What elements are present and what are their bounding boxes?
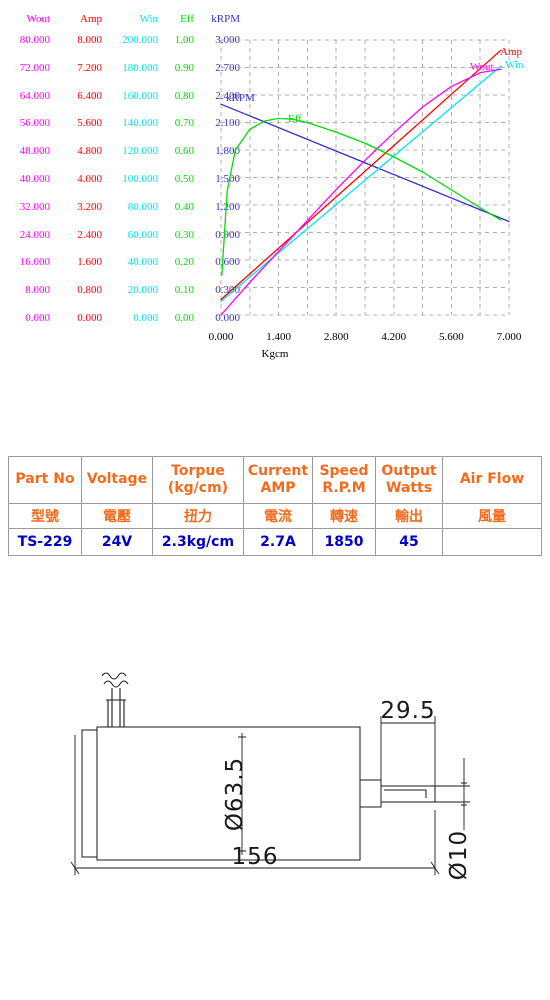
curve-wout <box>220 68 502 316</box>
header-output: Output Watts <box>375 456 443 504</box>
value-output: 45 <box>375 528 443 556</box>
curve-amp <box>220 49 502 301</box>
curve-label-amp: Amp <box>500 46 522 58</box>
lead-sheath <box>107 700 125 727</box>
dim-label-d10: Ø10 <box>446 830 472 880</box>
motor-rear-cap <box>81 729 97 858</box>
dim-label-63: Ø63.5 <box>222 757 248 831</box>
header-current: Current AMP <box>243 456 313 504</box>
chart-plot-area <box>220 39 510 316</box>
value-torque: 2.3kg/cm <box>152 528 244 556</box>
curve-eff <box>221 117 502 276</box>
header-voltage: Voltage <box>81 456 153 504</box>
curve-label-eff: Eff <box>288 113 302 125</box>
header-speed: Speed R.P.M <box>312 456 376 504</box>
x-axis-tick: 7.000 <box>496 331 522 343</box>
header-speed-cn: 轉速 <box>312 503 376 529</box>
header-part-no: Part No <box>8 456 82 504</box>
wire-break-symbol-2 <box>101 672 127 680</box>
dim-label-295: 29.5 <box>380 698 435 724</box>
motor-outline-drawing: 156 Ø63.5 29.5 Ø10 <box>70 672 472 880</box>
dim-label-156: 156 <box>232 844 279 870</box>
shaft-boss <box>360 779 382 808</box>
header-torque: Torpue (kg/cm) <box>152 456 244 504</box>
value-speed: 1850 <box>312 528 376 556</box>
curve-label-wout: Wout <box>470 61 494 73</box>
shaft-keyway <box>384 789 427 798</box>
specification-table: Part No Voltage Torpue (kg/cm) Current AMP… <box>8 456 542 556</box>
dimensional-drawing: 156 Ø63.5 29.5 Ø10 <box>0 640 550 940</box>
header-output-cn: 輸出 <box>375 503 443 529</box>
curve-label-krpm: kRPM <box>226 92 255 104</box>
motor-shaft <box>380 785 436 803</box>
header-part-no-cn: 型號 <box>8 503 82 529</box>
value-current: 2.7A <box>243 528 313 556</box>
value-part-no: TS-229 <box>8 528 82 556</box>
header-air-flow-cn: 風量 <box>442 503 542 529</box>
curve-label-win: Win <box>505 59 524 71</box>
header-torque-cn: 扭力 <box>152 503 244 529</box>
wire-break-symbol-1 <box>103 680 129 688</box>
table-row-header-cn: 型號 電壓 扭力 電流 轉速 輸出 風量 <box>8 503 542 529</box>
performance-chart: Wout Amp Win Eff kRPM 80.000 72.000 64.000… <box>0 0 550 380</box>
header-voltage-cn: 電壓 <box>81 503 153 529</box>
value-air-flow <box>442 528 542 556</box>
curve-win <box>220 65 502 302</box>
table-row-header-en: Part No Voltage Torpue (kg/cm) Current AMP… <box>8 456 542 504</box>
header-current-cn: 電流 <box>243 503 313 529</box>
table-row-values: TS-229 24V 2.3kg/cm 2.7A 1850 45 <box>8 528 542 556</box>
ext-lines-d10 <box>435 785 470 803</box>
value-voltage: 24V <box>81 528 153 556</box>
x-axis-title: Kgcm <box>261 348 289 360</box>
header-air-flow: Air Flow <box>442 456 542 504</box>
